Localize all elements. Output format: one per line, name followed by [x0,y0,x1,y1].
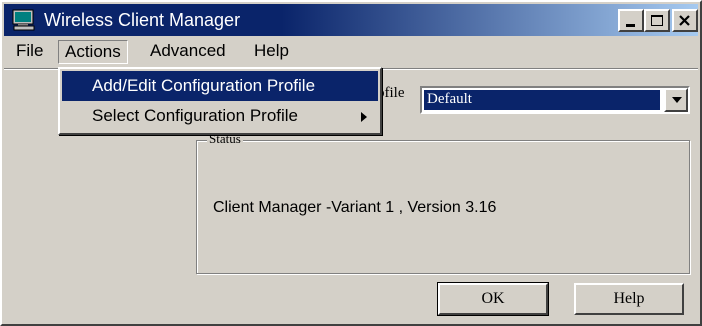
title-bar[interactable]: Wireless Client Manager [4,4,698,36]
ok-button[interactable]: OK [437,282,549,316]
triangle-down-icon [672,97,682,103]
maximize-button[interactable] [644,9,670,32]
close-button[interactable] [672,9,698,32]
status-group: Status Client Manager -Variant 1 , Versi… [196,131,690,274]
menu-file[interactable]: File [10,40,49,64]
menu-item-select-profile[interactable]: Select Configuration Profile [62,101,378,131]
help-button[interactable]: Help [574,283,684,315]
menu-item-add-edit-profile[interactable]: Add/Edit Configuration Profile [62,71,378,101]
minimize-button[interactable] [618,9,644,32]
window-title: Wireless Client Manager [44,10,241,30]
profile-select-value[interactable]: Default [424,90,660,110]
computer-monitor-icon[interactable] [12,9,36,31]
close-icon [679,15,690,26]
menu-advanced[interactable]: Advanced [144,40,232,64]
status-text: Client Manager -Variant 1 , Version 3.16 [213,199,497,216]
actions-menu-dropdown: Add/Edit Configuration Profile Select Co… [58,67,382,135]
menu-item-select-profile-label: Select Configuration Profile [92,106,299,125]
main-window: Wireless Client Manager File Actions Adv… [0,0,702,326]
dropdown-arrow-button[interactable] [664,88,688,112]
profile-select[interactable]: Default [420,86,690,114]
menu-actions[interactable]: Actions [58,40,128,64]
minimize-icon [626,24,635,27]
maximize-icon [651,15,663,26]
menu-help[interactable]: Help [248,40,295,64]
menu-bar: File Actions Advanced Help [4,36,698,66]
triangle-right-icon [361,112,367,122]
